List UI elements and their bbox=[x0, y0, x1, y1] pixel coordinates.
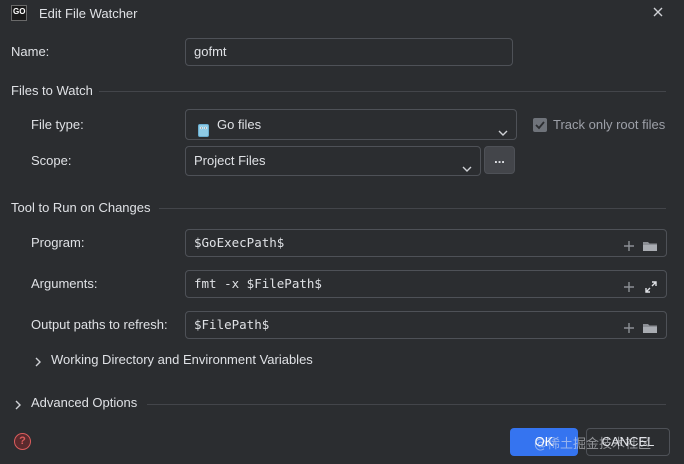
checkmark-icon bbox=[535, 121, 545, 130]
chevron-down-icon bbox=[462, 156, 472, 172]
go-file-icon bbox=[198, 118, 209, 137]
chevron-down-icon bbox=[498, 119, 508, 136]
working-directory-label: Working Directory and Environment Variab… bbox=[51, 352, 313, 367]
folder-icon[interactable] bbox=[642, 318, 658, 333]
section-divider bbox=[99, 91, 666, 92]
program-label: Program: bbox=[31, 235, 85, 250]
arguments-label: Arguments: bbox=[31, 276, 98, 291]
add-macro-icon[interactable] bbox=[622, 236, 636, 251]
expand-icon[interactable] bbox=[644, 277, 658, 293]
scope-browse-button[interactable]: ... bbox=[484, 146, 515, 174]
add-macro-icon[interactable] bbox=[622, 277, 636, 292]
folder-icon[interactable] bbox=[642, 236, 658, 251]
help-icon[interactable]: ? bbox=[14, 433, 31, 450]
scope-value: Project Files bbox=[194, 153, 266, 168]
name-value: gofmt bbox=[194, 44, 227, 59]
file-type-value: Go files bbox=[217, 117, 262, 132]
output-paths-field[interactable]: $FilePath$ bbox=[185, 311, 667, 339]
app-icon-text: GO bbox=[13, 7, 26, 16]
app-icon: GO bbox=[11, 5, 27, 21]
chevron-right-icon bbox=[33, 355, 43, 367]
tool-to-run-title: Tool to Run on Changes bbox=[11, 200, 151, 215]
file-type-label: File type: bbox=[31, 117, 84, 132]
program-value: $GoExecPath$ bbox=[194, 235, 285, 250]
window-title: Edit File Watcher bbox=[39, 6, 138, 21]
name-label: Name: bbox=[11, 44, 50, 59]
file-type-dropdown[interactable]: Go files bbox=[185, 109, 517, 140]
chevron-right-icon bbox=[13, 398, 23, 410]
browse-label: ... bbox=[494, 151, 505, 166]
section-divider bbox=[147, 404, 666, 405]
close-icon[interactable] bbox=[651, 5, 665, 19]
files-to-watch-title: Files to Watch bbox=[11, 83, 93, 98]
arguments-value: fmt -x $FilePath$ bbox=[194, 276, 322, 291]
title-bar: GO Edit File Watcher bbox=[0, 0, 684, 26]
track-only-root-label[interactable]: Track only root files bbox=[553, 117, 665, 133]
arguments-field[interactable]: fmt -x $FilePath$ bbox=[185, 270, 667, 298]
track-only-root-checkbox[interactable] bbox=[533, 118, 547, 132]
advanced-options-label: Advanced Options bbox=[31, 395, 138, 410]
program-field[interactable]: $GoExecPath$ bbox=[185, 229, 667, 257]
output-paths-value: $FilePath$ bbox=[194, 317, 270, 332]
watermark-text: @稀土掘金技术社区 bbox=[534, 437, 652, 452]
section-divider bbox=[159, 208, 666, 209]
scope-dropdown[interactable]: Project Files bbox=[185, 146, 481, 176]
scope-label: Scope: bbox=[31, 153, 72, 168]
name-field[interactable]: gofmt bbox=[185, 38, 513, 66]
output-paths-label: Output paths to refresh: bbox=[31, 317, 168, 332]
add-macro-icon[interactable] bbox=[622, 318, 636, 333]
